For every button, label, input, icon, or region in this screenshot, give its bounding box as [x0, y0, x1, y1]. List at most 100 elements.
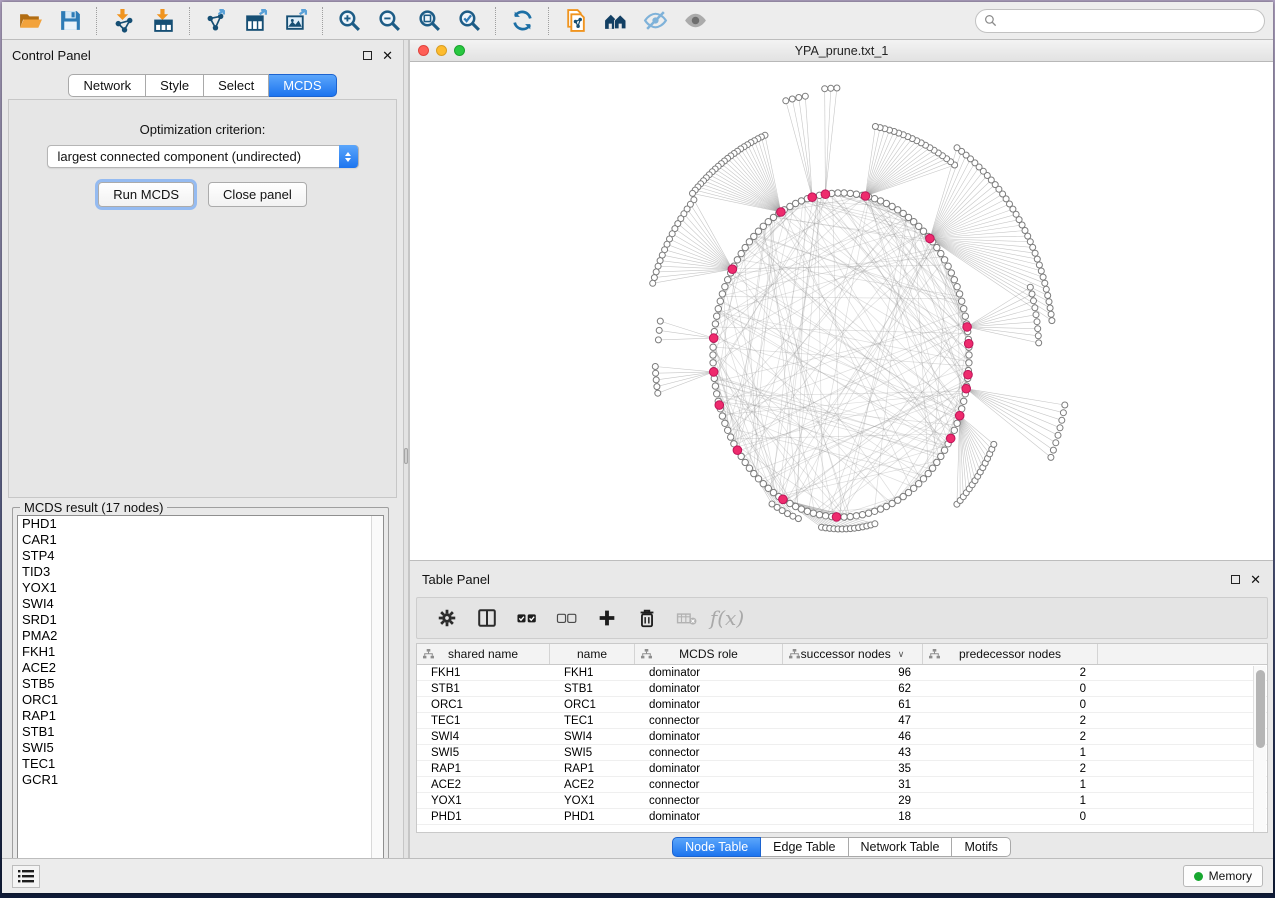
float-panel-icon[interactable]: [363, 51, 372, 60]
ring-node[interactable]: [859, 512, 865, 518]
ring-node[interactable]: [951, 277, 957, 283]
mcds-node[interactable]: [964, 339, 973, 348]
ring-node[interactable]: [962, 313, 968, 319]
ring-node[interactable]: [746, 465, 752, 471]
network-canvas[interactable]: [410, 62, 1273, 559]
mcds-result-item[interactable]: YOX1: [18, 580, 383, 596]
mcds-result-item[interactable]: ACE2: [18, 660, 383, 676]
leaf-node[interactable]: [1036, 262, 1042, 268]
float-table-panel-icon[interactable]: [1231, 575, 1240, 584]
apply-layout-button[interactable]: [502, 5, 542, 37]
mcds-result-item[interactable]: RAP1: [18, 708, 383, 724]
ring-node[interactable]: [871, 196, 877, 202]
leaf-node[interactable]: [1038, 268, 1044, 274]
ring-node[interactable]: [835, 190, 841, 196]
ring-node[interactable]: [710, 352, 716, 358]
export-table-button[interactable]: [236, 5, 276, 37]
table-row[interactable]: RAP1RAP1dominator352: [417, 761, 1267, 777]
leaf-node[interactable]: [653, 370, 659, 376]
table-row[interactable]: PHD1PHD1dominator180: [417, 809, 1267, 825]
mcds-node[interactable]: [777, 208, 786, 217]
ring-node[interactable]: [725, 427, 731, 433]
ring-node[interactable]: [742, 244, 748, 250]
ring-node[interactable]: [714, 391, 720, 397]
result-list-scrollbar[interactable]: [371, 516, 383, 874]
ring-node[interactable]: [853, 513, 859, 519]
mcds-node[interactable]: [779, 495, 788, 504]
leaf-node[interactable]: [1043, 286, 1049, 292]
leaf-node[interactable]: [1034, 256, 1040, 262]
zoom-out-button[interactable]: [369, 5, 409, 37]
optimization-criterion-select[interactable]: largest connected component (undirected): [47, 145, 359, 168]
mcds-node[interactable]: [962, 384, 971, 393]
ring-node[interactable]: [938, 453, 944, 459]
task-history-button[interactable]: [12, 865, 40, 888]
ring-node[interactable]: [853, 191, 859, 197]
tab-style[interactable]: Style: [146, 74, 204, 97]
hide-selected-button[interactable]: [635, 5, 675, 37]
column-header-successor-nodes[interactable]: successor nodes∨: [783, 644, 923, 664]
scrollbar-thumb[interactable]: [1256, 670, 1265, 748]
close-panel-icon[interactable]: ✕: [382, 49, 393, 62]
delete-column-button[interactable]: [629, 601, 665, 635]
leaf-node[interactable]: [1048, 311, 1054, 317]
mcds-result-item[interactable]: FKH1: [18, 644, 383, 660]
ring-node[interactable]: [951, 427, 957, 433]
mcds-result-item[interactable]: SWI5: [18, 740, 383, 756]
tab-network[interactable]: Network: [68, 74, 146, 97]
ring-node[interactable]: [847, 190, 853, 196]
memory-button[interactable]: Memory: [1183, 865, 1263, 887]
leaf-node[interactable]: [1025, 233, 1031, 239]
ring-node[interactable]: [929, 465, 935, 471]
ring-node[interactable]: [925, 470, 931, 476]
ring-node[interactable]: [954, 284, 960, 290]
mcds-node[interactable]: [821, 190, 830, 199]
open-file-button[interactable]: [10, 5, 50, 37]
leaf-node[interactable]: [802, 93, 808, 99]
ring-node[interactable]: [841, 514, 847, 520]
ring-node[interactable]: [822, 513, 828, 519]
network-window-titlebar[interactable]: YPA_prune.txt_1: [410, 40, 1273, 62]
column-header-name[interactable]: name: [550, 644, 635, 664]
leaf-node[interactable]: [1035, 326, 1041, 332]
ring-node[interactable]: [712, 383, 718, 389]
mcds-result-list[interactable]: PHD1CAR1STP4TID3YOX1SWI4SRD1PMA2FKH1ACE2…: [17, 515, 384, 875]
leaf-node[interactable]: [954, 145, 960, 151]
ring-node[interactable]: [804, 508, 810, 514]
mcds-result-item[interactable]: CAR1: [18, 532, 383, 548]
column-header-MCDS-role[interactable]: MCDS role: [635, 644, 783, 664]
column-header-predecessor-nodes[interactable]: predecessor nodes: [923, 644, 1098, 664]
ring-node[interactable]: [966, 352, 972, 358]
select-all-checks-button[interactable]: [509, 601, 545, 635]
mcds-result-item[interactable]: GCR1: [18, 772, 383, 788]
leaf-node[interactable]: [1027, 284, 1033, 290]
ring-node[interactable]: [717, 298, 723, 304]
table-row[interactable]: ORC1ORC1dominator610: [417, 697, 1267, 713]
mcds-result-item[interactable]: PMA2: [18, 628, 383, 644]
leaf-node[interactable]: [1045, 293, 1051, 299]
table-row[interactable]: YOX1YOX1connector291: [417, 793, 1267, 809]
leaf-node[interactable]: [654, 384, 660, 390]
ring-node[interactable]: [725, 277, 731, 283]
mcds-node[interactable]: [808, 193, 817, 202]
export-image-button[interactable]: [276, 5, 316, 37]
ring-node[interactable]: [961, 398, 967, 404]
table-row[interactable]: ACE2ACE2connector311: [417, 777, 1267, 793]
leaf-node[interactable]: [653, 269, 659, 275]
ring-node[interactable]: [810, 510, 816, 516]
mcds-result-item[interactable]: TID3: [18, 564, 383, 580]
leaf-node[interactable]: [1057, 425, 1063, 431]
search-input[interactable]: [1003, 14, 1256, 28]
ring-node[interactable]: [865, 510, 871, 516]
ring-node[interactable]: [941, 257, 947, 263]
ring-node[interactable]: [934, 459, 940, 465]
deselect-all-checks-button[interactable]: [549, 601, 585, 635]
leaf-node[interactable]: [828, 85, 834, 91]
leaf-node[interactable]: [1062, 402, 1068, 408]
ring-node[interactable]: [841, 190, 847, 196]
leaf-node[interactable]: [789, 96, 795, 102]
tab-motifs[interactable]: Motifs: [952, 837, 1010, 857]
leaf-node[interactable]: [652, 364, 658, 370]
mcds-node[interactable]: [733, 446, 742, 455]
leaf-node[interactable]: [657, 318, 663, 324]
